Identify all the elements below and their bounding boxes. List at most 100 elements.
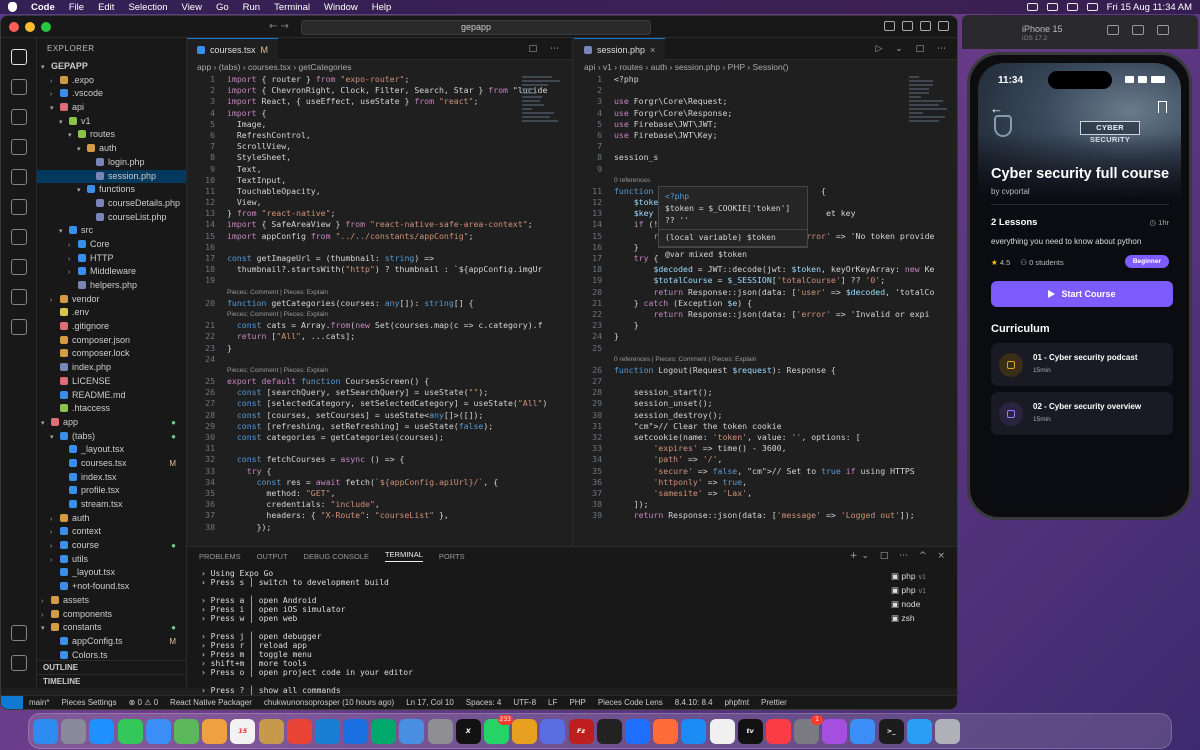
tree-item[interactable]: composer.lock	[37, 347, 186, 361]
panel-tab-output[interactable]: OUTPUT	[257, 552, 288, 561]
status-icon[interactable]	[1046, 3, 1058, 11]
panel-tab-terminal[interactable]: TERMINAL	[384, 550, 423, 562]
panel-tab-ports[interactable]: PORTS	[439, 552, 465, 561]
tree-item[interactable]: ▾ functions	[37, 183, 186, 197]
breadcrumb[interactable]: api › v1 › routes › auth › session.php ›…	[574, 60, 957, 74]
extensions-icon[interactable]	[10, 169, 27, 185]
status-item[interactable]: 8.4.10: 8.4	[675, 698, 713, 707]
tree-item[interactable]: ▾ src	[37, 224, 186, 238]
terminal-instance[interactable]: ▣ php v1	[891, 583, 951, 597]
tab-session-php[interactable]: session.php ×	[574, 38, 666, 60]
tree-item[interactable]: › vendor	[37, 293, 186, 307]
editor-actions[interactable]: ▷ ⌄ □ ⋯	[875, 44, 951, 54]
menu-help[interactable]: Help	[372, 2, 392, 13]
status-item[interactable]: main*	[29, 698, 49, 707]
settings-icon[interactable]	[427, 718, 453, 744]
tree-item[interactable]: _layout.tsx	[37, 443, 186, 457]
status-item[interactable]: Ln 17, Col 10	[406, 698, 454, 707]
prefs-icon[interactable]: 1	[794, 714, 824, 744]
menubar-clock[interactable]: Fri 15 Aug 11:34 AM	[1107, 2, 1192, 13]
safari-icon[interactable]	[89, 718, 115, 744]
command-center-search[interactable]: gepapp	[301, 20, 651, 35]
explorer-root[interactable]: ▾ GEPAPP	[37, 60, 186, 74]
start-course-button[interactable]: Start Course	[991, 281, 1173, 307]
copilot-icon[interactable]	[540, 718, 566, 744]
menu-run[interactable]: Run	[243, 2, 260, 13]
menu-selection[interactable]: Selection	[128, 2, 167, 13]
tree-item[interactable]: › .expo	[37, 74, 186, 88]
status-item[interactable]: LF	[548, 698, 557, 707]
code-lens[interactable]: 0 references	[574, 175, 957, 186]
tree-item[interactable]: › .vscode	[37, 87, 186, 101]
editor-actions[interactable]: □ ⋯	[529, 44, 564, 54]
tree-item[interactable]: composer.json	[37, 334, 186, 348]
appstore-icon[interactable]	[681, 718, 707, 744]
photos-icon[interactable]	[202, 718, 228, 744]
tree-item[interactable]: › context	[37, 525, 186, 539]
tree-item[interactable]: index.php	[37, 361, 186, 375]
tree-item[interactable]: .gitignore	[37, 320, 186, 334]
tree-item[interactable]: › Core	[37, 238, 186, 252]
curriculum-item[interactable]: 01 - Cyber security podcast 15min	[991, 343, 1173, 386]
layout-icon[interactable]	[884, 21, 895, 31]
postman-icon[interactable]	[653, 718, 679, 744]
tree-item[interactable]: courseDetails.php	[37, 197, 186, 211]
freeform-icon[interactable]	[709, 718, 735, 744]
terminal-icon[interactable]: >_	[878, 718, 904, 744]
battery-icon[interactable]	[1086, 3, 1098, 11]
finder-icon[interactable]	[33, 718, 58, 744]
screenshot-icon[interactable]	[1132, 25, 1144, 35]
tree-item[interactable]: › Middleware	[37, 265, 186, 279]
code-lens[interactable]: Pieces: Comment | Pieces: Explain	[187, 365, 572, 376]
podcast-icon[interactable]	[822, 718, 848, 744]
terminal-instance[interactable]: ▣ zsh	[891, 611, 951, 625]
panel-tab-problems[interactable]: PROBLEMS	[199, 552, 241, 561]
layout-icon[interactable]	[902, 21, 913, 31]
wifi-icon[interactable]	[1066, 3, 1078, 11]
code-editor-left[interactable]: 1 import { router } from "expo-router"; 2 i…	[187, 74, 572, 533]
status-item[interactable]: Spaces: 4	[466, 698, 502, 707]
messages-icon[interactable]	[117, 718, 143, 744]
tree-item[interactable]: profile.tsx	[37, 484, 186, 498]
status-item[interactable]: Prettier	[761, 698, 787, 707]
tree-item[interactable]: › components	[37, 608, 186, 622]
tree-item[interactable]: ▾ routes	[37, 128, 186, 142]
tree-item[interactable]: › course ●	[37, 539, 186, 553]
terminal-output[interactable]: › Using Expo Go › Press s │ switch to dev…	[201, 569, 413, 709]
status-item[interactable]: UTF-8	[513, 698, 536, 707]
back-arrow-icon[interactable]: ←	[990, 101, 1003, 116]
notes-icon[interactable]	[258, 718, 284, 744]
source-control-icon[interactable]	[10, 109, 27, 125]
tree-item[interactable]: .env	[37, 306, 186, 320]
testing-icon[interactable]	[10, 199, 27, 215]
panel-tab-debug-console[interactable]: DEBUG CONSOLE	[304, 552, 369, 561]
minimap[interactable]	[909, 76, 951, 196]
whatsapp-icon[interactable]: 233	[484, 714, 513, 744]
tree-item[interactable]: LICENSE	[37, 375, 186, 389]
tree-item[interactable]: index.tsx	[37, 471, 186, 485]
bookmark-icon[interactable]	[1158, 101, 1167, 113]
explorer-icon[interactable]	[10, 49, 27, 65]
tree-item[interactable]: ▾ app ●	[37, 416, 186, 430]
timeline-section[interactable]: TIMELINE	[37, 674, 186, 688]
tree-item[interactable]: › assets	[37, 594, 186, 608]
calendar-icon[interactable]: 15	[230, 718, 256, 744]
status-item[interactable]: PHP	[569, 698, 585, 707]
meet-icon[interactable]	[371, 718, 397, 744]
trash-icon[interactable]	[935, 718, 960, 744]
chrome-icon[interactable]	[286, 718, 312, 744]
tree-item[interactable]: courses.tsx M	[37, 457, 186, 471]
menu-window[interactable]: Window	[324, 2, 358, 13]
maps-icon[interactable]	[173, 718, 199, 744]
remote-explorer-icon[interactable]	[10, 259, 27, 275]
layout-icon[interactable]	[920, 21, 931, 31]
status-icon[interactable]	[1026, 3, 1038, 11]
code-editor-right[interactable]: 1 <?php 2 3 use Forgr\Core\Request; 4 use Forg…	[574, 74, 957, 522]
reminders-icon[interactable]	[399, 718, 425, 744]
appletv-icon[interactable]: tv	[737, 718, 763, 744]
minimize-window-button[interactable]	[25, 21, 35, 32]
mail-icon[interactable]	[145, 718, 171, 744]
tree-item[interactable]: ▾ v1	[37, 115, 186, 129]
remote-indicator[interactable]	[1, 695, 23, 709]
menu-view[interactable]: View	[182, 2, 202, 13]
